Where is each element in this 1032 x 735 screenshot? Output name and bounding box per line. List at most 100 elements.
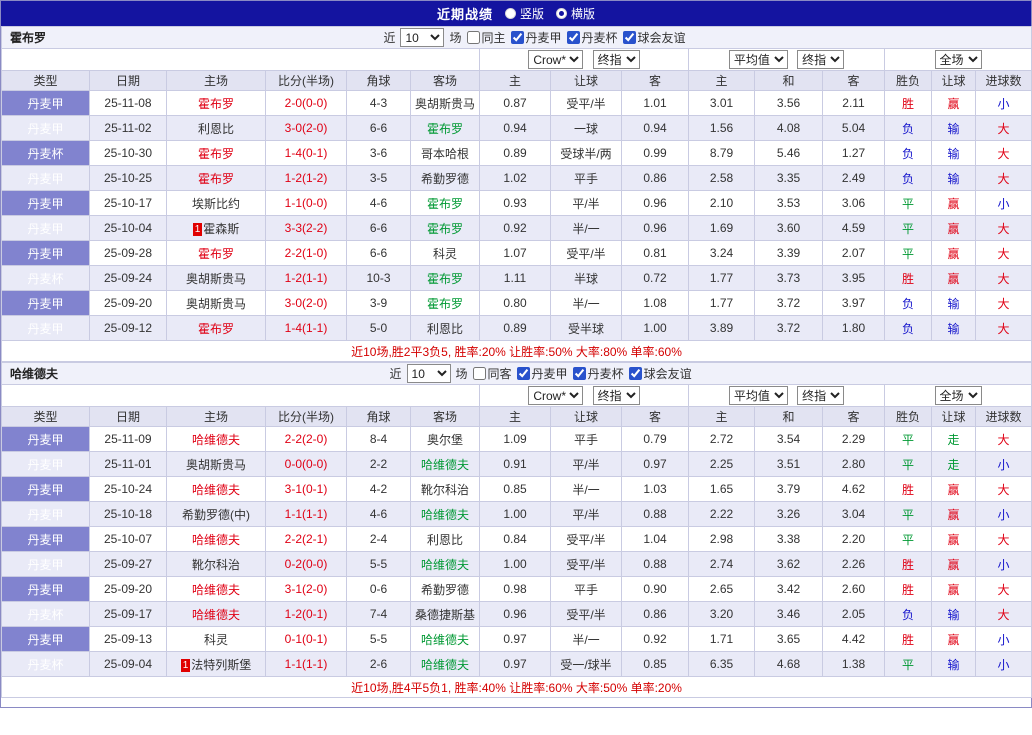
match-count-select[interactable]: 10 (406, 364, 451, 383)
home-team-link[interactable]: 霍布罗 (166, 165, 266, 191)
handicap-result-cell: 输 (931, 290, 976, 316)
away-odds-cell: 0.79 (621, 426, 689, 452)
away-team-link[interactable]: 靴尔科治 (410, 476, 480, 502)
filter-friendly[interactable]: 球会友谊 (628, 365, 692, 382)
home-team-link[interactable]: 哈维德夫 (166, 476, 266, 502)
corner-cell: 6-6 (346, 215, 411, 241)
away-team-link[interactable]: 哈维德夫 (410, 626, 480, 652)
result-cell: 负 (884, 315, 932, 341)
bookmaker-mode-select[interactable]: 终指 (592, 386, 640, 405)
bookmaker-select[interactable]: Crow* (528, 50, 584, 69)
away-team-link[interactable]: 科灵 (410, 240, 480, 266)
goals-result-cell: 大 (974, 115, 1032, 141)
home-team-link[interactable]: 奥胡斯贵马 (166, 451, 266, 477)
team-header-row: 霍布罗 近 10 场 同主 丹麦甲 丹麦杯 球会友谊 (0, 26, 1032, 49)
home-team-link[interactable]: 霍布罗 (166, 90, 266, 116)
home-team-link[interactable]: 靴尔科治 (166, 551, 266, 577)
col-header-home: 主场 (166, 70, 266, 91)
filter-league[interactable]: 丹麦甲 (510, 29, 562, 46)
cup-checkbox[interactable] (572, 367, 586, 380)
average-mode-select[interactable]: 终指 (797, 50, 845, 69)
match-row: 丹麦甲 25-10-07 哈维德夫 2-2(2-1) 2-4 利恩比 0.84 … (1, 526, 1032, 552)
scope-select[interactable]: 全场 (934, 50, 982, 69)
corner-cell: 3-9 (346, 290, 411, 316)
home-team-link[interactable]: 哈维德夫 (166, 426, 266, 452)
filter-friendly[interactable]: 球会友谊 (622, 29, 686, 46)
score-cell: 2-2(2-1) (265, 526, 347, 552)
home-team-link[interactable]: 奥胡斯贵马 (166, 290, 266, 316)
filter-same-venue[interactable]: 同主 (466, 29, 506, 46)
home-team-link[interactable]: 霍布罗 (166, 315, 266, 341)
average-select[interactable]: 平均值 (728, 386, 788, 405)
home-team-link[interactable]: 奥胡斯贵马 (166, 265, 266, 291)
bookmaker-mode-select[interactable]: 终指 (592, 50, 640, 69)
bookmaker-select[interactable]: Crow* (528, 386, 584, 405)
friendly-checkbox[interactable] (628, 367, 642, 380)
cup-checkbox[interactable] (566, 31, 580, 44)
match-count-select[interactable]: 10 (400, 28, 445, 47)
match-date-cell: 25-10-30 (89, 140, 167, 166)
away-team-link[interactable]: 哈维德夫 (410, 651, 480, 677)
team-header-row: 哈维德夫 近 10 场 同客 丹麦甲 丹麦杯 球会友谊 (0, 362, 1032, 385)
layout-option-vertical[interactable]: 竖版 (504, 5, 544, 22)
home-team-link[interactable]: 1 法特列斯堡 (166, 651, 266, 677)
away-team-link[interactable]: 奥胡斯贵马 (410, 90, 480, 116)
away-team-link[interactable]: 霍布罗 (410, 265, 480, 291)
away-team-link[interactable]: 利恩比 (410, 526, 480, 552)
away-team-link[interactable]: 桑德捷斯基 (410, 601, 480, 627)
layout-option-horizontal[interactable]: 横版 (556, 5, 595, 22)
league-checkbox[interactable] (516, 367, 530, 380)
team-name[interactable]: 哈维德夫 (10, 365, 58, 382)
league-type-cell: 丹麦甲 (1, 551, 90, 577)
home-team-link[interactable]: 科灵 (166, 626, 266, 652)
home-odds-cell: 0.93 (479, 190, 551, 216)
home-team-link[interactable]: 利恩比 (166, 115, 266, 141)
avg-draw-cell: 3.79 (754, 476, 823, 502)
home-team-link[interactable]: 哈维德夫 (166, 576, 266, 602)
league-checkbox[interactable] (510, 31, 524, 44)
average-mode-select[interactable]: 终指 (797, 386, 845, 405)
away-team-link[interactable]: 霍布罗 (410, 290, 480, 316)
avg-draw-cell: 3.53 (754, 190, 823, 216)
away-team-link[interactable]: 希勤罗德 (410, 165, 480, 191)
home-team-link[interactable]: 希勤罗德(中) (166, 501, 266, 527)
home-team-link[interactable]: 哈维德夫 (166, 526, 266, 552)
home-team-link[interactable]: 埃斯比约 (166, 190, 266, 216)
filter-league[interactable]: 丹麦甲 (516, 365, 568, 382)
average-select[interactable]: 平均值 (728, 50, 788, 69)
same-venue-checkbox[interactable] (466, 31, 480, 44)
filter-cup[interactable]: 丹麦杯 (572, 365, 624, 382)
team-name[interactable]: 霍布罗 (10, 29, 46, 46)
vertical-radio[interactable] (504, 8, 516, 19)
friendly-checkbox[interactable] (622, 31, 636, 44)
same-venue-checkbox[interactable] (472, 367, 486, 380)
result-cell: 负 (884, 115, 932, 141)
avg-draw-cell: 3.62 (754, 551, 823, 577)
horizontal-radio[interactable] (556, 8, 567, 19)
match-row: 丹麦杯 25-09-24 奥胡斯贵马 1-2(1-1) 10-3 霍布罗 1.1… (1, 265, 1032, 291)
filter-same-venue[interactable]: 同客 (472, 365, 512, 382)
home-team-link[interactable]: 哈维德夫 (166, 601, 266, 627)
col-header-avg-home: 主 (688, 406, 755, 427)
home-team-link[interactable]: 霍布罗 (166, 240, 266, 266)
scope-select[interactable]: 全场 (934, 386, 982, 405)
corner-cell: 10-3 (346, 265, 411, 291)
away-team-link[interactable]: 哈维德夫 (410, 551, 480, 577)
away-team-link[interactable]: 霍布罗 (410, 215, 480, 241)
away-team-link[interactable]: 奥尔堡 (410, 426, 480, 452)
col-header-avg-away: 客 (822, 70, 885, 91)
away-team-link[interactable]: 利恩比 (410, 315, 480, 341)
match-date-cell: 25-09-12 (89, 315, 167, 341)
home-team-link[interactable]: 1 霍森斯 (166, 215, 266, 241)
away-team-link[interactable]: 哥本哈根 (410, 140, 480, 166)
away-team-link[interactable]: 霍布罗 (410, 190, 480, 216)
filter-cup[interactable]: 丹麦杯 (566, 29, 618, 46)
home-team-link[interactable]: 霍布罗 (166, 140, 266, 166)
match-row: 丹麦甲 25-09-20 哈维德夫 3-1(2-0) 0-6 希勤罗德 0.98… (1, 576, 1032, 602)
away-team-link[interactable]: 哈维德夫 (410, 501, 480, 527)
home-odds-cell: 0.91 (479, 451, 551, 477)
score-cell: 1-2(1-2) (265, 165, 347, 191)
away-team-link[interactable]: 希勤罗德 (410, 576, 480, 602)
away-team-link[interactable]: 哈维德夫 (410, 451, 480, 477)
away-team-link[interactable]: 霍布罗 (410, 115, 480, 141)
